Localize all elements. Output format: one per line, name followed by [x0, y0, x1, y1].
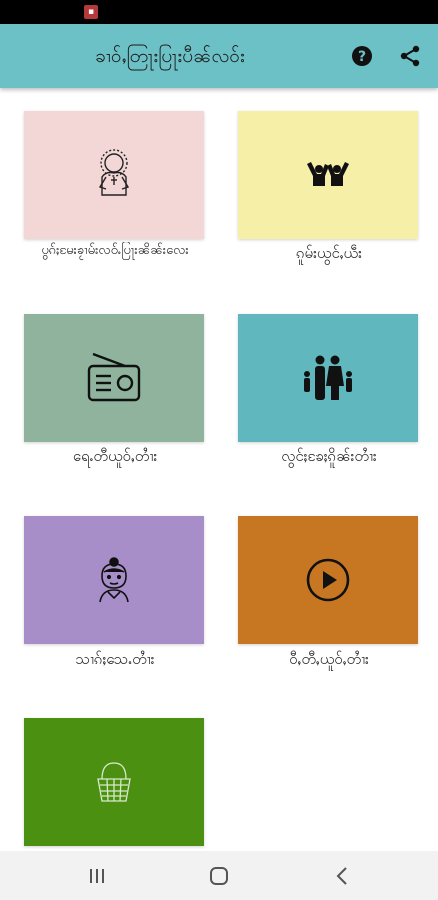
radio-icon: [87, 352, 141, 402]
tile-family[interactable]: [238, 314, 418, 442]
tile-label-radio: ရေႉတီယူဝ်ႇတၢႆး: [72, 447, 158, 465]
tile-worship[interactable]: [238, 111, 418, 239]
notification-icon: ▪: [84, 5, 98, 19]
tile-basket[interactable]: [24, 718, 204, 846]
back-icon[interactable]: [330, 863, 356, 889]
tile-label-video: ဝီႇတီႇယူဝ်ႇတၢႆး: [289, 650, 369, 668]
worship-hands-icon: [307, 162, 349, 186]
tile-label-family: လွင်ႈၶႄႈၵိူၼ်းတၢႆး: [281, 447, 377, 465]
family-icon: [304, 355, 352, 400]
tile-prayer[interactable]: [24, 111, 204, 239]
tile-video[interactable]: [238, 516, 418, 644]
share-icon[interactable]: [398, 44, 422, 68]
play-icon: [306, 558, 350, 602]
tile-label-worship: ၵူမ်းယွင်ႇယဵး: [296, 244, 362, 262]
app-bar: ခၢဝ်ႇတြႃးပြႃးပီၼ်လဝ်း ?: [0, 24, 438, 88]
recent-apps-icon[interactable]: [84, 863, 110, 889]
navigation-bar: [0, 851, 438, 900]
tile-label-women: သၢၵ်ႈသေႉတၢႆး: [75, 650, 155, 668]
tile-women[interactable]: [24, 516, 204, 644]
woman-icon: [99, 557, 129, 603]
app-title: ခၢဝ်ႇတြႃးပြႃးပီၼ်လဝ်း: [95, 45, 245, 67]
status-bar: ▪: [0, 0, 438, 24]
tile-radio[interactable]: [24, 314, 204, 442]
basket-icon: [97, 762, 131, 802]
tile-label-prayer: ပွၵ်ႈမႄးၶႂၢမ်းလဝ်ႉပြႃးၼိၼ်းလေး: [41, 243, 189, 258]
home-icon[interactable]: [206, 863, 232, 889]
help-icon[interactable]: ?: [351, 45, 373, 67]
svg-text:?: ?: [358, 49, 366, 65]
prayer-icon: [98, 149, 130, 196]
